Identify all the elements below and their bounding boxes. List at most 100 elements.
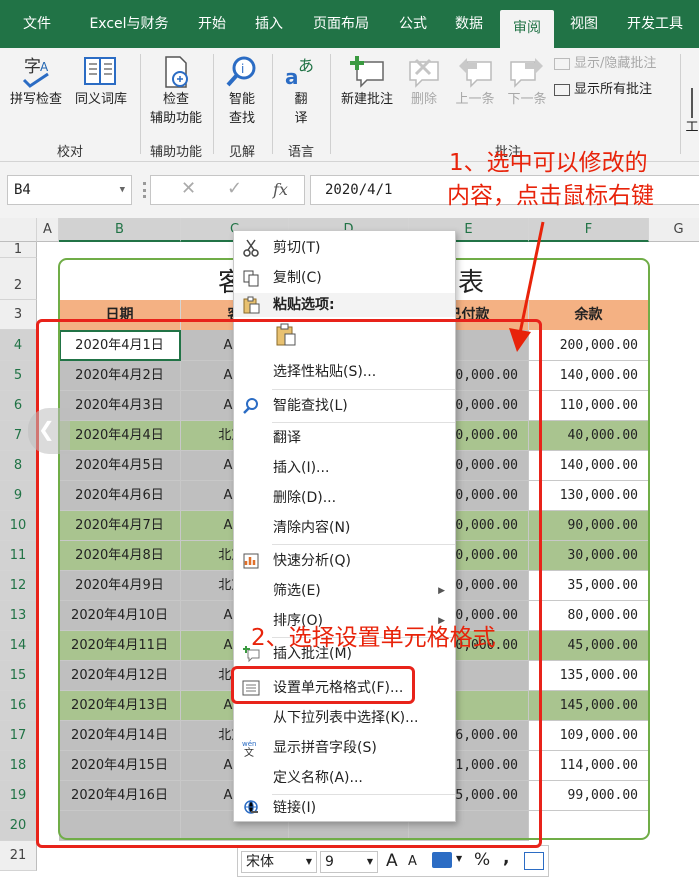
protect-icon <box>691 88 699 118</box>
percent-style-icon[interactable]: % <box>474 850 490 870</box>
row-header-14[interactable]: 14 <box>0 631 37 661</box>
next-comment-button[interactable]: 下一条 <box>500 54 554 109</box>
svg-text:A: A <box>40 60 49 74</box>
ribbon-tab-bar: 文件 Excel与财务 开始 插入 页面布局 公式 数据 审阅 视图 开发工具 <box>0 0 699 48</box>
enter-icon[interactable]: ✓ <box>227 178 242 199</box>
tab-2[interactable]: 开始 <box>188 0 236 48</box>
show-all-comments-icon <box>554 83 570 96</box>
show-hide-comment-label: 显示/隐藏批注 <box>574 56 657 71</box>
paste-icon <box>243 296 260 314</box>
tab-9[interactable]: 开发工具 <box>614 0 696 48</box>
tab-8[interactable]: 视图 <box>558 0 610 48</box>
previous-icon <box>459 58 492 88</box>
font-name-select[interactable]: 宋体 ▼ <box>241 851 317 873</box>
group-divider <box>140 54 141 154</box>
thesaurus-icon <box>84 57 116 85</box>
font-size-select[interactable]: 9 ▼ <box>320 851 378 873</box>
row-header-8[interactable]: 8 <box>0 451 37 481</box>
column-header-g[interactable]: G <box>649 218 699 242</box>
number-format-icon[interactable] <box>432 852 452 868</box>
row-header-17[interactable]: 17 <box>0 721 37 751</box>
delete-label: 删除 <box>410 92 437 107</box>
row-header-16[interactable]: 16 <box>0 691 37 721</box>
font-size-value: 9 <box>325 854 334 870</box>
new-comment-button[interactable]: 新建批注 <box>334 54 400 109</box>
row-header-2[interactable]: 2 <box>0 258 37 300</box>
translate-label-2: 译 <box>294 111 308 126</box>
smart-lookup-button[interactable]: i 智能 查找 <box>218 54 266 128</box>
row-header-18[interactable]: 18 <box>0 751 37 781</box>
delete-comment-button[interactable]: 删除 <box>402 54 446 109</box>
row-header-9[interactable]: 9 <box>0 481 37 511</box>
row-header-12[interactable]: 12 <box>0 571 37 601</box>
chevron-down-icon[interactable]: ▼ <box>456 854 462 863</box>
accessibility-icon <box>165 56 188 88</box>
next-icon <box>510 58 543 88</box>
row-header-5[interactable]: 5 <box>0 361 37 391</box>
show-all-comments-button[interactable]: 显示所有批注 <box>554 80 679 99</box>
thesaurus-button[interactable]: 同义词库 <box>68 54 134 109</box>
column-header-a[interactable]: A <box>37 218 59 242</box>
tab-0[interactable]: 文件 <box>4 0 70 48</box>
column-header-b[interactable]: B <box>59 218 181 242</box>
comma-style-icon[interactable]: , <box>503 848 509 868</box>
spell-check-label: 拼写检查 <box>9 92 62 107</box>
spell-check-button[interactable]: 字 A 拼写检查 <box>4 54 68 109</box>
name-box[interactable]: B4 ▼ <box>7 175 132 205</box>
select-all-corner[interactable] <box>0 218 37 242</box>
mini-toolbar: 宋体 ▼ 9 ▼ A A ▼ % , <box>237 845 549 877</box>
protect-partial-button[interactable]: 工 <box>685 88 699 137</box>
show-hide-comment-button[interactable]: 显示/隐藏批注 <box>554 54 679 73</box>
row-header-19[interactable]: 19 <box>0 781 37 811</box>
chevron-down-icon[interactable]: ▼ <box>120 176 125 204</box>
tab-4[interactable]: 页面布局 <box>298 0 384 48</box>
format-cells-highlight-box <box>231 666 415 704</box>
group-proofing: 校对 <box>56 145 83 160</box>
side-panel-toggle[interactable]: ❮ <box>28 408 70 454</box>
check-accessibility-button[interactable]: 检查 辅助功能 <box>144 54 208 128</box>
svg-text:a: a <box>285 65 299 89</box>
new-comment-icon <box>350 56 384 88</box>
tab-6[interactable]: 数据 <box>443 0 495 48</box>
row-header-1[interactable]: 1 <box>0 242 37 258</box>
protect-label: 工 <box>685 120 699 135</box>
group-language: 语言 <box>287 145 314 160</box>
new-comment-label: 新建批注 <box>340 92 393 107</box>
row-header-15[interactable]: 15 <box>0 661 37 691</box>
group-divider <box>330 54 331 154</box>
row-header-4[interactable]: 4 <box>0 330 37 361</box>
row-header-21[interactable]: 21 <box>0 841 37 871</box>
row-header-11[interactable]: 11 <box>0 541 37 571</box>
spell-check-icon: 字 A <box>22 57 49 88</box>
menu-item-cut[interactable]: 剪切(T) <box>234 233 455 263</box>
merge-center-icon[interactable] <box>524 852 544 870</box>
row-header-3[interactable]: 3 <box>0 300 37 330</box>
row-header-13[interactable]: 13 <box>0 601 37 631</box>
annotation-step1-line2: 内容，点击鼠标右键 <box>447 183 654 209</box>
translate-button[interactable]: a あ 翻 译 <box>276 54 326 128</box>
chevron-down-icon: ▼ <box>366 857 373 866</box>
tab-3[interactable]: 插入 <box>244 0 294 48</box>
group-divider <box>213 54 214 154</box>
row-header-20[interactable]: 20 <box>0 811 37 841</box>
grow-font-icon[interactable]: A <box>386 851 398 871</box>
smart-label-1: 智能 <box>228 92 255 107</box>
chevron-left-icon: ❮ <box>38 417 55 441</box>
group-insights: 见解 <box>228 145 255 160</box>
previous-label: 上一条 <box>455 92 495 107</box>
tab-1[interactable]: Excel与财务 <box>72 0 186 48</box>
insert-function-icon[interactable]: fx <box>273 180 288 199</box>
row-header-10[interactable]: 10 <box>0 511 37 541</box>
cancel-icon[interactable]: ✕ <box>181 178 196 199</box>
translate-icon: a あ <box>285 56 314 89</box>
previous-comment-button[interactable]: 上一条 <box>448 54 502 109</box>
accessibility-label: 辅助功能 <box>149 111 202 126</box>
menu-item-copy[interactable]: 复制(C) <box>234 263 455 293</box>
tab-7[interactable]: 审阅 <box>500 10 554 48</box>
show-hide-comment-icon <box>554 57 570 70</box>
copy-icon <box>243 270 259 287</box>
tab-5[interactable]: 公式 <box>388 0 438 48</box>
shrink-font-icon[interactable]: A <box>408 854 417 869</box>
group-accessibility: 辅助功能 <box>149 145 202 160</box>
group-divider <box>680 54 681 154</box>
